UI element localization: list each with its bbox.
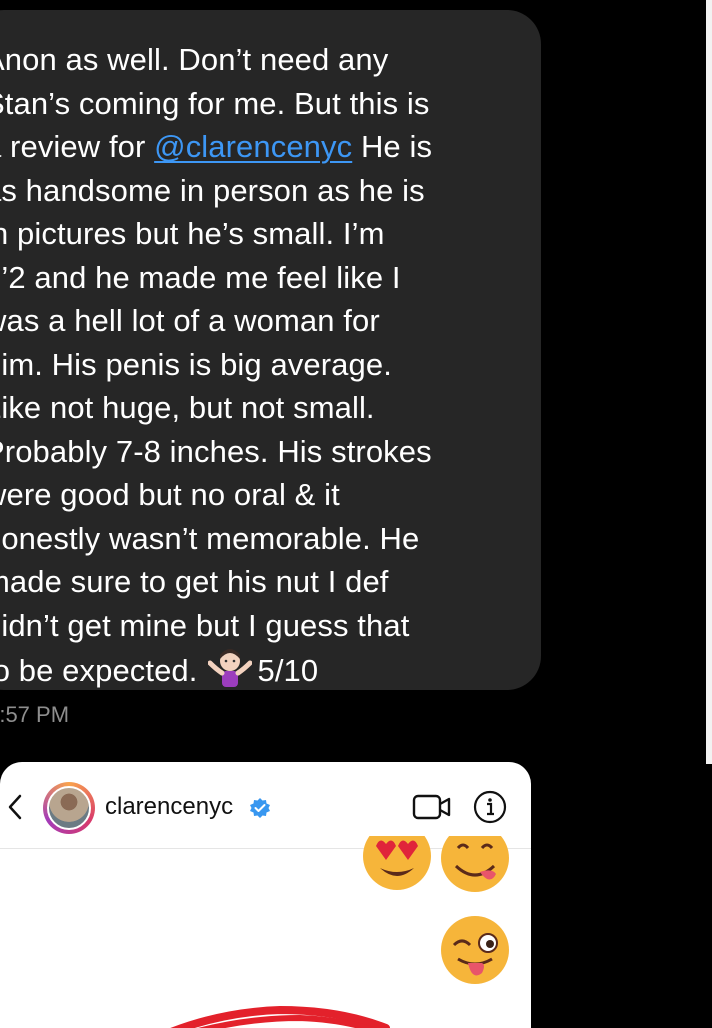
message-line: Probably 7-8 inches. His strokes	[0, 433, 432, 469]
message-line-text: a review for	[0, 129, 155, 164]
message-line: honestly wasn’t memorable. He	[0, 520, 420, 556]
verified-badge-icon	[250, 798, 270, 818]
back-chevron-icon[interactable]	[6, 792, 24, 822]
message-line: in pictures but he’s small. I’m	[0, 216, 385, 251]
rating-text: 5/10	[257, 653, 319, 688]
winking-tongue-emoji-icon	[441, 916, 509, 984]
message-line: Anon as well. Don’t need any	[0, 42, 389, 77]
edge-divider-bottom	[706, 764, 712, 1028]
message-timestamp: ):57 PM	[0, 702, 70, 727]
mention-link[interactable]: @clarencenyc	[154, 129, 352, 164]
message-line: Like not huge, but not small.	[0, 390, 375, 425]
message-line: a review for @clarencenyc He is	[0, 125, 504, 169]
message-line: 5’2 and he made me feel like I	[0, 259, 401, 295]
message-line: was a hell lot of a woman for	[0, 303, 380, 338]
heart-eyes-emoji-icon	[363, 836, 431, 890]
message-line: to be expected. 5/10	[0, 647, 504, 699]
username[interactable]: clarencenyc	[105, 793, 233, 821]
message-bubble[interactable]: Anon as well. Don’t need any Stan’s comi…	[0, 10, 541, 690]
embedded-screenshot: clarencenyc	[0, 762, 531, 1028]
message-text: Anon as well. Don’t need any Stan’s comi…	[0, 38, 504, 699]
video-call-icon[interactable]	[412, 793, 452, 821]
message-line-text: to be expected.	[0, 653, 198, 688]
message-line: were good but no oral & it	[0, 477, 340, 512]
avatar[interactable]	[47, 786, 91, 830]
message-line: didn’t get mine but I guess that	[0, 607, 410, 643]
message-line: him. His penis is big average.	[0, 346, 392, 382]
red-scribble-mark	[170, 1005, 390, 1028]
message-line: made sure to get his nut I def	[0, 564, 389, 599]
woman-shrugging-icon	[207, 647, 252, 699]
message-line: Stan’s coming for me. But this is	[0, 85, 430, 121]
yum-emoji-icon	[441, 836, 509, 892]
message-line-text: He is	[352, 129, 433, 164]
info-icon[interactable]	[473, 790, 507, 824]
message-line: as handsome in person as he is	[0, 172, 425, 208]
